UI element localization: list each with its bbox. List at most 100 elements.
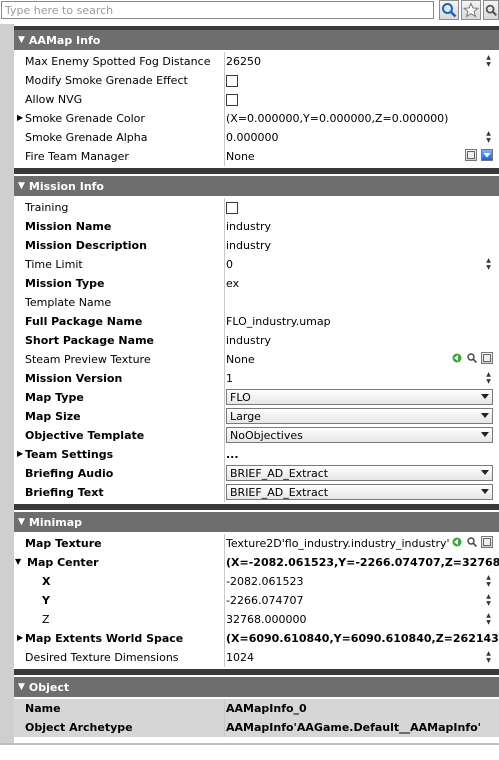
clear-button[interactable]	[465, 149, 477, 161]
use-selected-button[interactable]	[451, 352, 463, 364]
property-name: Map Texture	[25, 537, 102, 550]
property-name[interactable]: ▼ Map Center	[14, 553, 224, 572]
star-icon	[463, 2, 479, 18]
property-row: Name AAMapInfo_0	[14, 699, 499, 718]
property-value-input[interactable]: ex	[226, 274, 499, 293]
property-value-input[interactable]: industry	[226, 236, 499, 255]
collapse-arrow-icon: ▼	[18, 181, 25, 191]
property-value-input[interactable]	[226, 293, 499, 312]
spin-down-icon[interactable]: ▼	[486, 582, 491, 588]
divider	[224, 350, 225, 369]
browse-button[interactable]	[466, 352, 478, 364]
use-selected-button[interactable]	[451, 536, 463, 548]
expand-arrow-icon[interactable]: ▶	[17, 449, 23, 458]
property-value-input[interactable]: FLO_industry.umap	[226, 312, 499, 331]
property-value-input[interactable]: industry	[226, 331, 499, 350]
property-value-input[interactable]: industry	[226, 217, 499, 236]
property-value[interactable]: Texture2D'flo_industry.industry_industry…	[226, 534, 449, 553]
favorite-button[interactable]	[461, 0, 481, 20]
find-button[interactable]	[483, 0, 499, 20]
spinner[interactable]: ▲ ▼	[484, 575, 493, 588]
property-value[interactable]: ...	[226, 445, 499, 464]
property-name: Fire Team Manager	[25, 150, 129, 163]
spin-down-icon[interactable]: ▼	[486, 62, 491, 68]
search-input[interactable]	[2, 2, 433, 18]
collapse-arrow-icon[interactable]: ▼	[15, 557, 21, 566]
search-button[interactable]	[439, 0, 459, 20]
spinner[interactable]: ▲ ▼	[484, 651, 493, 664]
property-value[interactable]: None	[226, 147, 499, 166]
property-name[interactable]: ▶ Team Settings	[14, 445, 224, 464]
checkbox[interactable]	[226, 201, 238, 214]
property-row: Map Texture Texture2D'flo_industry.indus…	[14, 534, 499, 553]
tree-gutter	[0, 24, 14, 744]
property-value-input[interactable]: 1024	[226, 648, 499, 667]
property-row: ▶ Smoke Grenade Color (X=0.000000,Y=0.000…	[14, 109, 499, 128]
property-value-input[interactable]: -2082.061523	[226, 572, 499, 591]
expand-arrow-icon[interactable]: ▶	[17, 633, 23, 642]
property-value[interactable]: (X=6090.610840,Y=6090.610840,Z=262143.00…	[226, 629, 499, 648]
dropdown-arrow-icon	[481, 470, 489, 475]
property-value-input[interactable]: 1	[226, 369, 499, 388]
dropdown-button[interactable]	[481, 149, 493, 161]
briefing-text-dropdown[interactable]: BRIEF_AD_Extract	[226, 484, 493, 500]
property-value-input[interactable]: 0.000000	[226, 128, 499, 147]
property-value-input[interactable]: -2266.074707	[226, 591, 499, 610]
spin-down-icon[interactable]: ▼	[486, 379, 491, 385]
spinner[interactable]: ▲ ▼	[484, 594, 493, 607]
property-row: Objective Template NoObjectives	[14, 426, 499, 445]
green-arrow-icon	[452, 537, 462, 547]
checkbox[interactable]	[226, 74, 238, 87]
objective-template-dropdown[interactable]: NoObjectives	[226, 427, 493, 443]
map-size-dropdown[interactable]: Large	[226, 408, 493, 424]
category-minimap[interactable]: ▼ Minimap	[14, 512, 499, 532]
browse-button[interactable]	[466, 536, 478, 548]
spin-down-icon[interactable]: ▼	[486, 620, 491, 626]
spinner[interactable]: ▲ ▼	[484, 131, 493, 144]
spinner[interactable]: ▲ ▼	[484, 55, 493, 68]
property-label: Map Extents World Space	[25, 632, 184, 645]
briefing-audio-dropdown[interactable]: BRIEF_AD_Extract	[226, 465, 493, 481]
divider	[224, 591, 225, 610]
property-name: Template Name	[25, 296, 112, 309]
spinner[interactable]: ▲ ▼	[484, 258, 493, 271]
property-name: Mission Version	[25, 372, 123, 385]
property-name: Briefing Audio	[25, 467, 114, 480]
property-row: Allow NVG	[14, 90, 499, 109]
property-name[interactable]: ▶ Smoke Grenade Color	[14, 109, 224, 128]
property-value: AAMapInfo'AAGame.Default__AAMapInfo'	[226, 721, 482, 734]
dropdown-value: NoObjectives	[230, 428, 303, 442]
checkbox[interactable]	[226, 93, 238, 106]
property-name: Full Package Name	[25, 315, 143, 328]
property-label: Map Center	[27, 556, 99, 569]
spinner[interactable]: ▲ ▼	[484, 613, 493, 626]
property-value-input[interactable]: 26250	[226, 52, 499, 71]
property-row: Mission Type ex	[14, 274, 499, 293]
spin-down-icon[interactable]: ▼	[486, 658, 491, 664]
category-aamap-info[interactable]: ▼ AAMap Info	[14, 30, 499, 50]
clear-button[interactable]	[481, 536, 493, 548]
spin-down-icon[interactable]: ▼	[486, 265, 491, 271]
property-value: AAMapInfo_0	[226, 702, 307, 715]
property-value[interactable]: (X=0.000000,Y=0.000000,Z=0.000000)	[226, 109, 499, 128]
spinner[interactable]: ▲ ▼	[484, 372, 493, 385]
category-mission-info[interactable]: ▼ Mission Info	[14, 176, 499, 196]
property-row: Template Name	[14, 293, 499, 312]
divider	[224, 629, 225, 648]
spin-down-icon[interactable]: ▼	[486, 601, 491, 607]
property-value-input[interactable]: 32768.000000	[226, 610, 499, 629]
expand-arrow-icon[interactable]: ▶	[17, 113, 23, 122]
property-value[interactable]: (X=-2082.061523,Y=-2266.074707,Z=32768.0…	[226, 553, 499, 572]
clear-button[interactable]	[481, 352, 493, 364]
dropdown-value: BRIEF_AD_Extract	[230, 485, 329, 499]
dropdown-arrow-icon	[481, 489, 489, 494]
property-name[interactable]: ▶ Map Extents World Space	[14, 629, 224, 648]
dropdown-arrow-icon	[481, 413, 489, 418]
map-type-dropdown[interactable]: FLO	[226, 389, 493, 405]
search-field[interactable]	[1, 1, 434, 19]
property-label: Team Settings	[25, 448, 114, 461]
category-object[interactable]: ▼ Object	[14, 677, 499, 697]
spin-down-icon[interactable]: ▼	[486, 138, 491, 144]
property-value-input[interactable]: 0	[226, 255, 499, 274]
property-row: Time Limit 0 ▲ ▼	[14, 255, 499, 274]
